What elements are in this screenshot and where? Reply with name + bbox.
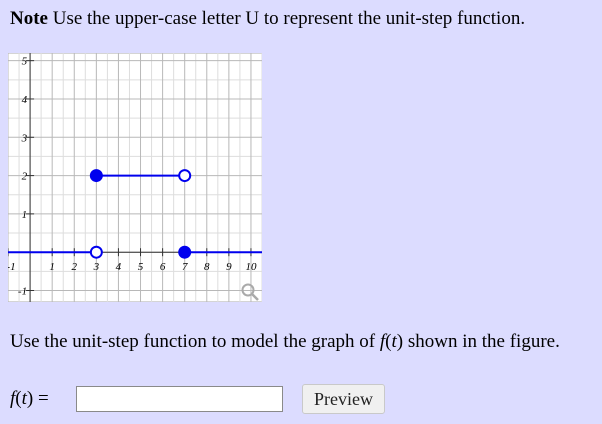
x-tick-label: 10	[245, 261, 257, 273]
x-tick-label: 3	[93, 261, 100, 273]
graph-canvas[interactable]: -1 1 2 3 4 5 6 7 8 9 10 5 4 3 2 1 -1	[8, 53, 262, 302]
answer-input[interactable]	[76, 386, 283, 412]
instruction-text: Use the unit-step function to model the …	[10, 331, 560, 353]
note-label: Note	[10, 8, 48, 29]
preview-button[interactable]: Preview	[302, 384, 385, 414]
open-endpoint	[89, 245, 103, 259]
y-tick-label: 3	[21, 132, 28, 144]
graph-background	[8, 53, 262, 302]
y-tick-label: 2	[22, 171, 28, 183]
y-tick-label: 1	[22, 209, 28, 221]
y-tick-label: 5	[22, 56, 28, 68]
y-tick-label: 4	[22, 94, 28, 106]
x-tick-label: 9	[226, 261, 232, 273]
instruction-after: shown in the figure.	[403, 331, 560, 352]
y-tick-label: -1	[18, 286, 27, 298]
note-body: Use the upper-case letter U to represent…	[52, 8, 526, 29]
x-tick-label: 1	[49, 261, 55, 273]
note-text: Note Use the upper-case letter U to repr…	[10, 8, 525, 30]
x-tick-label: 8	[204, 261, 210, 273]
x-tick-label: 4	[116, 261, 122, 273]
instruction-before: Use the unit-step function to model the …	[10, 331, 380, 352]
x-tick-label: 6	[160, 261, 166, 273]
x-tick-label: 5	[138, 261, 144, 273]
step-function-graph[interactable]: -1 1 2 3 4 5 6 7 8 9 10 5 4 3 2 1 -1	[8, 53, 262, 302]
closed-endpoint	[178, 245, 192, 259]
answer-equals: =	[33, 388, 49, 409]
x-tick-label: -1	[8, 261, 16, 273]
x-tick-label: 2	[72, 261, 78, 273]
closed-endpoint	[89, 169, 103, 183]
open-endpoint	[178, 169, 192, 183]
x-tick-label: 7	[182, 261, 188, 273]
answer-row: f(t) = Preview	[10, 384, 385, 414]
answer-label: f(t) =	[10, 388, 74, 410]
